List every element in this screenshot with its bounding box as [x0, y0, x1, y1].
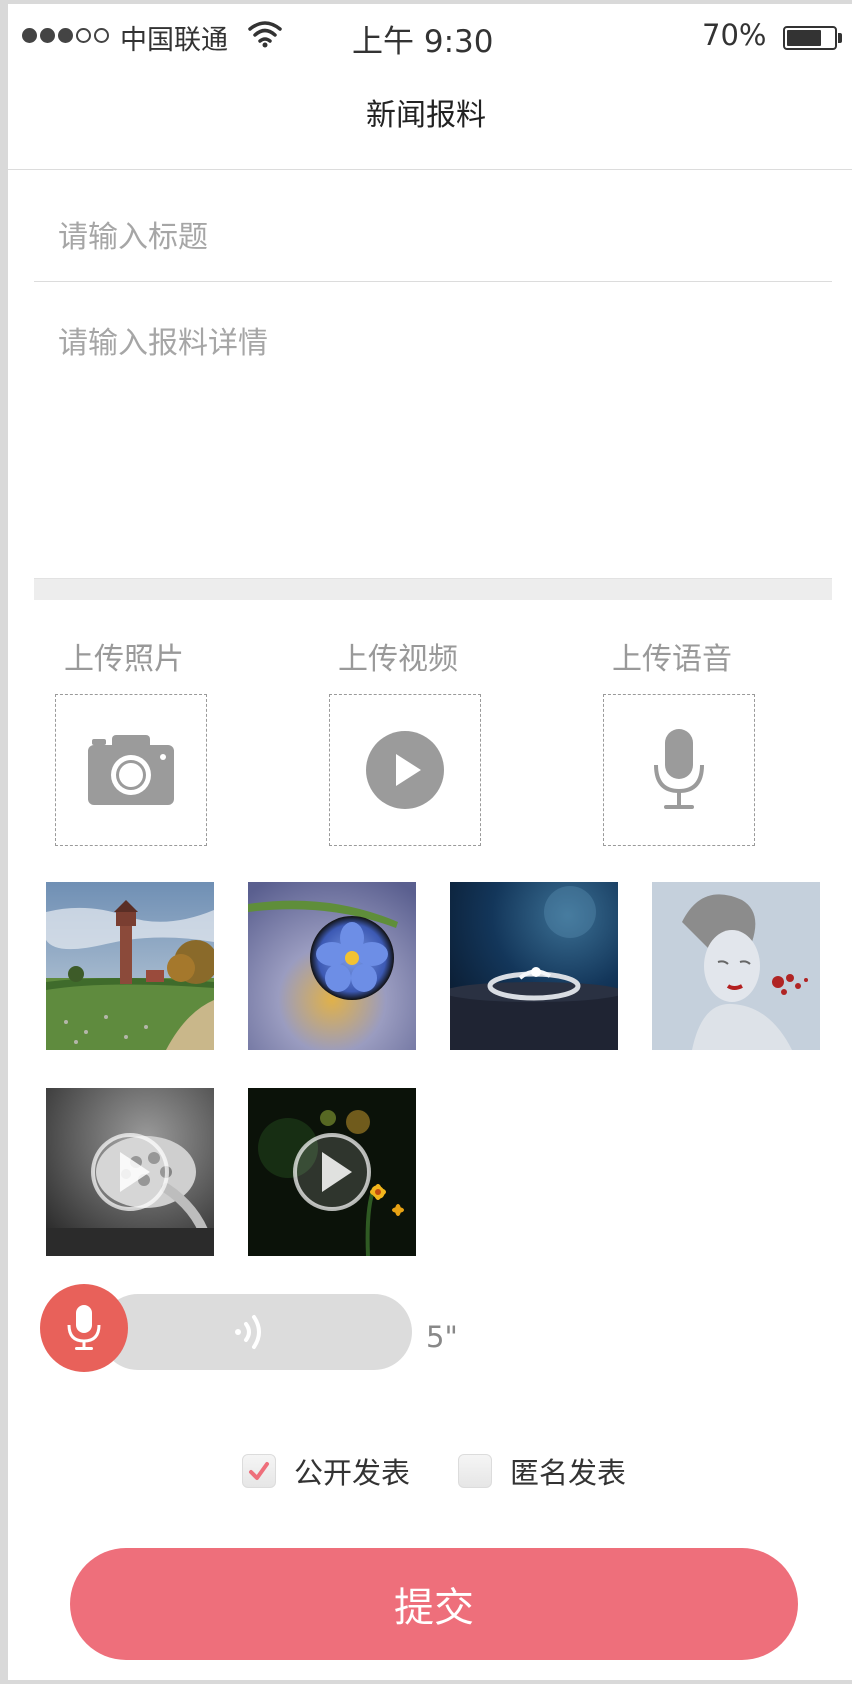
carrier-name: 中国联通 — [120, 25, 228, 56]
voice-wave-icon — [235, 1315, 261, 1349]
battery-percentage: 70% — [702, 18, 767, 52]
checkmark-icon — [249, 1462, 269, 1480]
upload-audio-button[interactable] — [603, 694, 755, 846]
battery-icon — [783, 26, 837, 50]
video-thumbnail-flowers[interactable] — [248, 1088, 416, 1256]
status-bar: 中国联通 上午 9:30 70% — [8, 4, 852, 66]
play-icon — [366, 731, 444, 809]
camera-icon — [88, 735, 174, 805]
photo-thumbnail-flower-droplet[interactable] — [248, 882, 416, 1050]
anonymous-option-label: 匿名发表 — [510, 1456, 627, 1490]
public-option-label: 公开发表 — [294, 1456, 411, 1490]
submit-button[interactable]: 提交 — [70, 1548, 798, 1660]
record-voice-button[interactable] — [40, 1284, 128, 1372]
upload-video-button[interactable] — [329, 694, 481, 846]
anonymous-publish-option[interactable]: 匿名发表 — [458, 1450, 626, 1492]
bottom-edge — [0, 1680, 852, 1684]
photo-thumbnail-water-tower[interactable] — [46, 882, 214, 1050]
signal-strength-icon — [22, 28, 109, 43]
voice-duration: 5" — [426, 1320, 458, 1354]
title-input[interactable] — [58, 212, 818, 262]
battery-tip — [838, 33, 842, 43]
wifi-icon — [248, 21, 282, 48]
anonymous-checkbox[interactable] — [458, 1454, 492, 1488]
upload-photo-label: 上传照片 — [64, 642, 184, 677]
upload-video-label: 上传视频 — [338, 642, 458, 677]
title-divider — [34, 281, 832, 282]
microphone-icon — [654, 729, 704, 809]
photo-thumbnail-ring[interactable] — [450, 882, 618, 1050]
photo-thumbnail-portrait[interactable] — [652, 882, 820, 1050]
detail-textarea[interactable] — [58, 318, 818, 568]
microphone-icon — [67, 1305, 101, 1350]
page-title: 新闻报料 — [366, 98, 486, 133]
public-publish-option[interactable]: 公开发表 — [242, 1450, 410, 1492]
upload-audio-label: 上传语音 — [612, 642, 732, 677]
public-checkbox[interactable] — [242, 1454, 276, 1488]
status-time: 上午 9:30 — [352, 24, 494, 60]
nav-divider — [8, 169, 852, 170]
section-separator — [34, 578, 832, 600]
upload-photo-button[interactable] — [55, 694, 207, 846]
video-thumbnail-turtle[interactable] — [46, 1088, 214, 1256]
